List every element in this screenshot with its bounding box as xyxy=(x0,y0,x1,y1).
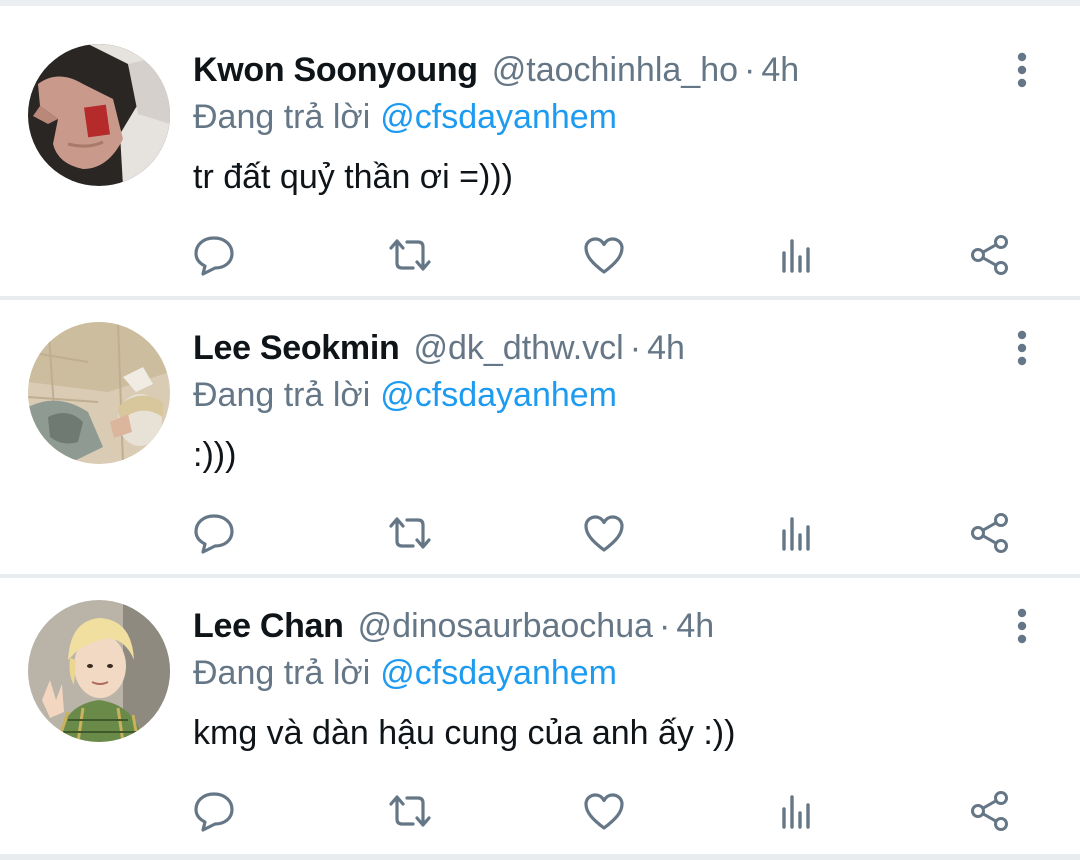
more-options-button[interactable] xyxy=(1005,50,1039,90)
separator-dot: · xyxy=(744,51,756,89)
retweet-arrows-icon xyxy=(389,795,431,827)
avatar-lee-seokmin[interactable] xyxy=(28,322,170,464)
tweet-divider xyxy=(0,854,1080,860)
analytics-button[interactable] xyxy=(772,510,820,556)
tweet-header: Lee Chan @dinosaurbaochua · 4h xyxy=(193,606,714,646)
heart-icon xyxy=(584,237,624,274)
tweet-text: kmg và dàn hậu cung của anh ấy :)) xyxy=(193,714,736,752)
replying-label: Đang trả lời xyxy=(193,654,371,692)
separator-dot: · xyxy=(659,607,671,645)
display-name[interactable]: Lee Chan xyxy=(193,607,344,645)
tweet-header: Kwon Soonyoung @taochinhla_ho · 4h xyxy=(193,50,799,90)
tweet-text: :))) xyxy=(193,436,237,474)
timestamp[interactable]: 4h xyxy=(761,51,799,89)
tweet-header: Lee Seokmin @dk_dthw.vcl · 4h xyxy=(193,328,685,368)
display-name[interactable]: Lee Seokmin xyxy=(193,329,400,367)
tweet-3[interactable]: Lee Chan @dinosaurbaochua · 4h Đang trả lời… xyxy=(0,578,1080,860)
vertical-ellipsis-icon xyxy=(1017,608,1027,644)
share-nodes-icon xyxy=(971,513,1008,553)
action-bar xyxy=(0,510,1080,556)
reply-button[interactable] xyxy=(190,232,238,278)
mention-link[interactable]: @cfsdayanhem xyxy=(380,654,617,692)
bar-chart-icon xyxy=(782,517,810,551)
share-button[interactable] xyxy=(966,232,1014,278)
tweet-text: tr đất quỷ thần ơi =))) xyxy=(193,158,513,196)
reply-button[interactable] xyxy=(190,510,238,556)
action-bar xyxy=(0,232,1080,278)
more-options-button[interactable] xyxy=(1005,606,1039,646)
retweet-arrows-icon xyxy=(389,239,431,271)
retweet-button[interactable] xyxy=(386,788,434,834)
retweet-button[interactable] xyxy=(386,232,434,278)
avatar-lee-chan[interactable] xyxy=(28,600,170,742)
avatar-kwon-soonyoung[interactable] xyxy=(28,44,170,186)
mention-link[interactable]: @cfsdayanhem xyxy=(380,98,617,136)
share-button[interactable] xyxy=(966,788,1014,834)
user-handle[interactable]: @dinosaurbaochua xyxy=(358,607,653,645)
analytics-button[interactable] xyxy=(772,788,820,834)
comment-bubble-icon xyxy=(194,236,234,276)
comment-bubble-icon xyxy=(194,792,234,832)
retweet-button[interactable] xyxy=(386,510,434,556)
vertical-ellipsis-icon xyxy=(1017,330,1027,366)
heart-icon xyxy=(584,515,624,552)
replying-label: Đang trả lời xyxy=(193,376,371,414)
user-handle[interactable]: @dk_dthw.vcl xyxy=(413,329,623,367)
timestamp[interactable]: 4h xyxy=(647,329,685,367)
action-bar xyxy=(0,788,1080,834)
display-name[interactable]: Kwon Soonyoung xyxy=(193,51,478,89)
separator-dot: · xyxy=(629,329,642,367)
like-button[interactable] xyxy=(580,510,628,556)
heart-icon xyxy=(584,793,624,830)
reply-button[interactable] xyxy=(190,788,238,834)
retweet-arrows-icon xyxy=(389,517,431,549)
tweet-1[interactable]: Kwon Soonyoung @taochinhla_ho · 4h Đang trả… xyxy=(0,0,1080,296)
replying-to: Đang trả lời @cfsdayanhem xyxy=(193,653,617,693)
comment-bubble-icon xyxy=(194,514,234,554)
mention-link[interactable]: @cfsdayanhem xyxy=(380,376,617,414)
share-nodes-icon xyxy=(971,791,1008,831)
tweet-2[interactable]: Lee Seokmin @dk_dthw.vcl · 4h Đang trả lời @… xyxy=(0,300,1080,574)
replying-to: Đang trả lời @cfsdayanhem xyxy=(193,97,617,137)
replying-to: Đang trả lời @cfsdayanhem xyxy=(193,375,617,415)
vertical-ellipsis-icon xyxy=(1017,52,1027,88)
share-button[interactable] xyxy=(966,510,1014,556)
bar-chart-icon xyxy=(782,795,810,829)
like-button[interactable] xyxy=(580,232,628,278)
bar-chart-icon xyxy=(782,239,810,273)
analytics-button[interactable] xyxy=(772,232,820,278)
replying-label: Đang trả lời xyxy=(193,98,371,136)
timestamp[interactable]: 4h xyxy=(676,607,714,645)
like-button[interactable] xyxy=(580,788,628,834)
share-nodes-icon xyxy=(971,235,1008,275)
more-options-button[interactable] xyxy=(1005,328,1039,368)
user-handle[interactable]: @taochinhla_ho xyxy=(492,51,738,89)
